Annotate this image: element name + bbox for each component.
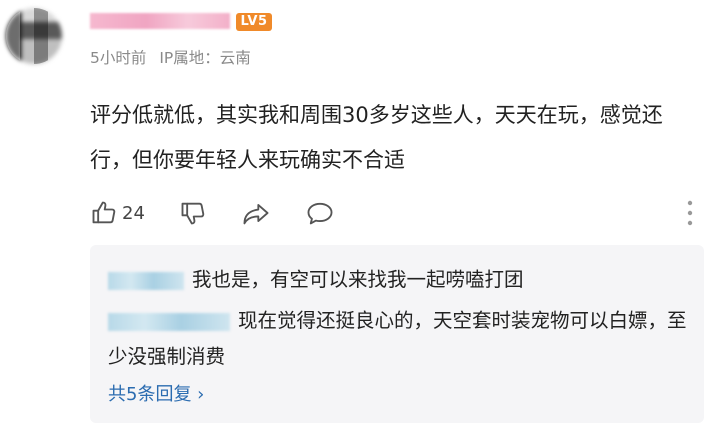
ip-location: IP属地：云南 (159, 49, 251, 67)
speech-bubble-icon (307, 202, 333, 225)
thumbs-up-icon (92, 201, 116, 224)
comment-text: 评分低就低，其实我和周围30多岁这些人，天天在玩，感觉还行，但你要年轻人来玩确实… (90, 103, 663, 172)
reply-item[interactable]: 现在觉得还挺良心的，天空套时装宠物可以白嫖，至少没强制消费 (108, 303, 688, 375)
share-icon (243, 204, 269, 225)
comment-meta: 5小时前 IP属地：云南 (90, 46, 251, 68)
like-count: 24 (122, 202, 145, 224)
action-bar: 24 (90, 197, 335, 229)
username-redacted[interactable] (90, 13, 230, 29)
timestamp: 5小时前 (90, 49, 147, 67)
share-button[interactable] (241, 199, 271, 227)
dislike-button[interactable] (179, 199, 207, 227)
comment-button[interactable] (305, 199, 335, 227)
view-all-replies-link[interactable]: 共5条回复 › (108, 380, 204, 406)
reply-item[interactable]: 我也是，有空可以来找我一起唠嗑打团 (108, 262, 524, 298)
level-badge: LV5 (236, 13, 272, 31)
reply-author-redacted[interactable] (108, 312, 230, 331)
avatar-mosaic-overlay (6, 8, 62, 64)
like-button[interactable]: 24 (90, 199, 145, 227)
reply-text: 我也是，有空可以来找我一起唠嗑打团 (192, 268, 524, 291)
more-options-icon[interactable] (684, 199, 696, 227)
reply-author-redacted[interactable] (108, 271, 184, 290)
thumbs-down-icon (181, 202, 205, 225)
